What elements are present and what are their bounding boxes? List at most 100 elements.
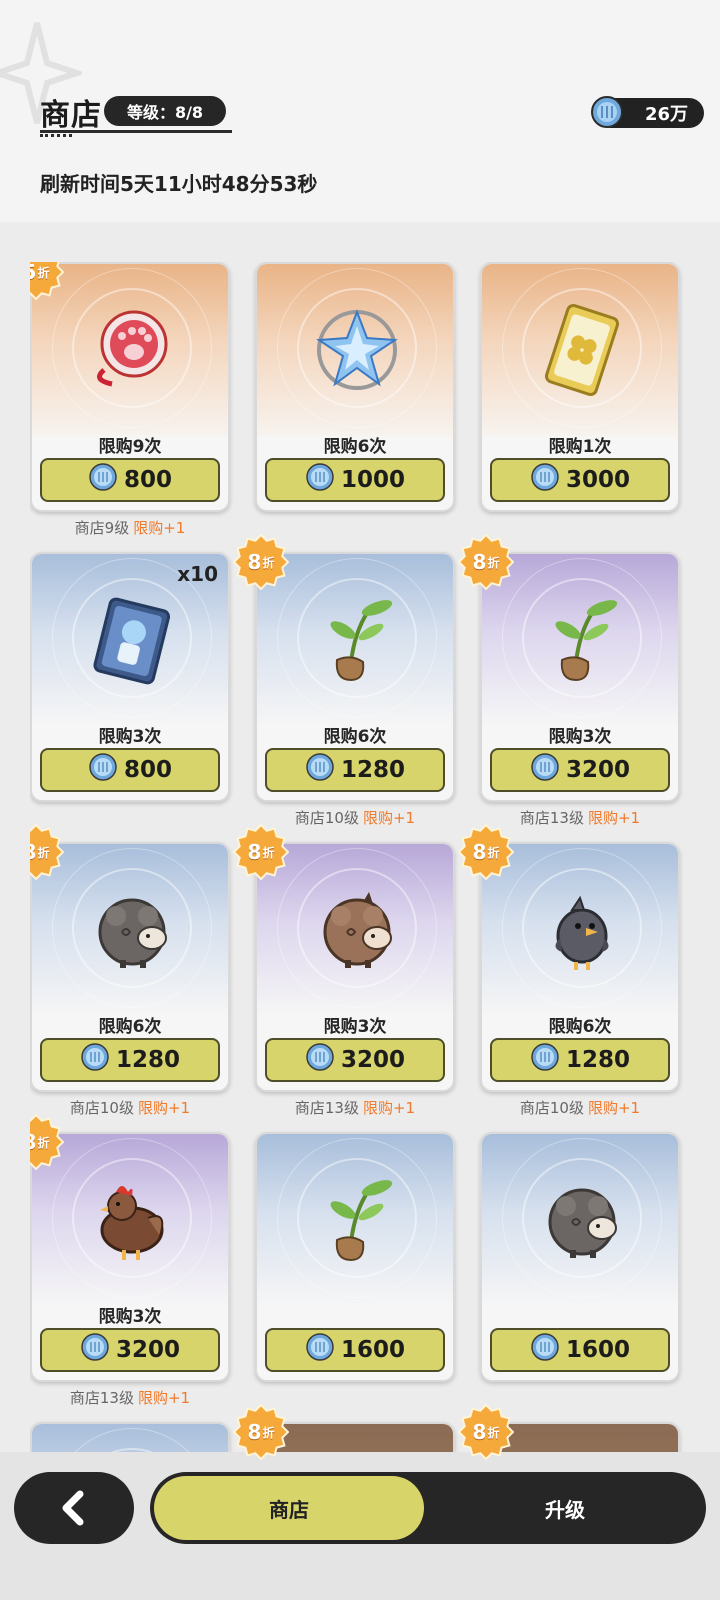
discount-suffix: 折	[487, 555, 500, 570]
tab-upgrade[interactable]: 升级	[430, 1476, 700, 1540]
paw-charm-icon	[82, 300, 182, 400]
level-bonus-note: 商店9级 限购+1	[30, 517, 230, 538]
price: 3200	[340, 1047, 405, 1073]
shop-header: 商店 等级：8/8 26万 刷新时间5天11小时48分53秒	[0, 0, 720, 222]
price: 800	[123, 467, 172, 493]
discount-value: 8	[30, 840, 36, 864]
note-bonus: 限购+1	[137, 1389, 191, 1407]
price: 1600	[565, 1337, 630, 1363]
note-bonus: 限购+1	[362, 809, 416, 827]
sheep-brown-icon	[307, 880, 407, 980]
seedling-icon	[307, 1170, 407, 1270]
price: 1000	[340, 467, 405, 493]
discount-badge: 5折	[30, 262, 65, 301]
discount-suffix: 折	[262, 1425, 275, 1440]
price: 1280	[115, 1047, 180, 1073]
discount-value: 8	[30, 1130, 36, 1154]
purchase-limit: 限购3次	[548, 727, 612, 747]
discount-suffix: 折	[487, 845, 500, 860]
back-button[interactable]	[14, 1472, 134, 1544]
shop-item-card[interactable]: 限购6次 1000	[255, 262, 455, 512]
seedling-icon	[307, 590, 407, 690]
buy-button[interactable]: 1280	[265, 748, 445, 792]
buy-button[interactable]: 1600	[265, 1328, 445, 1372]
discount-suffix: 折	[262, 845, 275, 860]
buy-button[interactable]: 3200	[490, 748, 670, 792]
buy-button[interactable]: 1000	[265, 458, 445, 502]
chevron-left-icon	[62, 1490, 84, 1526]
sheep-gray-icon	[82, 880, 182, 980]
gem-coin-icon	[530, 462, 560, 498]
note-bonus: 限购+1	[362, 1099, 416, 1117]
gem-coin-icon	[530, 1332, 560, 1368]
purchase-limit: 限购6次	[548, 1017, 612, 1037]
note-level: 商店13级	[69, 1389, 134, 1407]
purchase-limit: 限购3次	[98, 1307, 162, 1327]
purchase-limit: 限购6次	[323, 437, 387, 457]
rooster-icon	[82, 1170, 182, 1270]
gem-coin-icon	[305, 1042, 335, 1078]
note-level: 商店10级	[519, 1099, 584, 1117]
discount-badge: 8折	[457, 1403, 515, 1461]
level-bonus-note: 商店13级 限购+1	[255, 1097, 455, 1118]
discount-value: 8	[472, 550, 487, 574]
currency-display: 26万	[591, 96, 704, 128]
gem-coin-icon	[530, 1042, 560, 1078]
shop-item-card[interactable]: 1600	[255, 1132, 455, 1382]
price: 1280	[340, 757, 405, 783]
refresh-timer: 刷新时间5天11小时48分53秒	[40, 172, 318, 196]
seedling-icon	[532, 590, 632, 690]
buy-button[interactable]: 3000	[490, 458, 670, 502]
crow-icon	[532, 880, 632, 980]
note-level: 商店10级	[294, 809, 359, 827]
note-bonus: 限购+1	[137, 1099, 191, 1117]
buy-button[interactable]: 3200	[40, 1328, 220, 1372]
discount-badge: 8折	[457, 533, 515, 591]
crystal-icon	[307, 300, 407, 400]
purchase-limit: 限购3次	[323, 1017, 387, 1037]
discount-value: 8	[472, 1420, 487, 1444]
purchase-limit: 限购1次	[548, 437, 612, 457]
shop-item-card[interactable]: x10 限购3次 800	[30, 552, 230, 802]
price: 3000	[565, 467, 630, 493]
price: 3200	[115, 1337, 180, 1363]
note-bonus: 限购+1	[133, 519, 186, 537]
discount-badge: 8折	[232, 1403, 290, 1461]
discount-badge: 8折	[457, 823, 515, 881]
shop-item-card[interactable]: 1600	[480, 1132, 680, 1382]
price: 1600	[340, 1337, 405, 1363]
discount-badge: 8折	[30, 823, 65, 881]
buy-button[interactable]: 1600	[490, 1328, 670, 1372]
discount-badge: 8折	[232, 823, 290, 881]
note-level: 商店13级	[519, 809, 584, 827]
buy-button[interactable]: 800	[40, 748, 220, 792]
note-level: 商店10级	[69, 1099, 134, 1117]
gem-coin-icon	[305, 752, 335, 788]
buy-button[interactable]: 3200	[265, 1038, 445, 1082]
currency-amount: 26万	[644, 104, 688, 125]
gem-coin-icon	[305, 462, 335, 498]
shop-item-card[interactable]: 限购1次 3000	[480, 262, 680, 512]
discount-badge: 8折	[232, 533, 290, 591]
gem-coin-icon	[591, 96, 623, 128]
gem-coin-icon	[88, 752, 118, 788]
note-bonus: 限购+1	[587, 1099, 641, 1117]
discount-suffix: 折	[262, 555, 275, 570]
page-title: 商店	[40, 98, 102, 133]
level-bonus-note: 商店10级 限购+1	[480, 1097, 680, 1118]
level-bonus-note: 商店13级 限购+1	[30, 1387, 230, 1408]
discount-suffix: 折	[37, 265, 50, 280]
buy-button[interactable]: 800	[40, 458, 220, 502]
note-level: 商店9级	[74, 519, 130, 537]
tab-shop[interactable]: 商店	[154, 1476, 424, 1540]
buy-button[interactable]: 1280	[490, 1038, 670, 1082]
buy-button[interactable]: 1280	[40, 1038, 220, 1082]
gem-coin-icon	[88, 462, 118, 498]
purchase-limit: 限购6次	[98, 1017, 162, 1037]
gem-coin-icon	[305, 1332, 335, 1368]
shop-item-grid: 限购9次8005折商店9级限购+1限购6次1000限购1次3000x10限购3次…	[30, 262, 696, 1477]
discount-value: 8	[247, 1420, 262, 1444]
discount-suffix: 折	[487, 1425, 500, 1440]
discount-suffix: 折	[37, 845, 50, 860]
price: 3200	[565, 757, 630, 783]
